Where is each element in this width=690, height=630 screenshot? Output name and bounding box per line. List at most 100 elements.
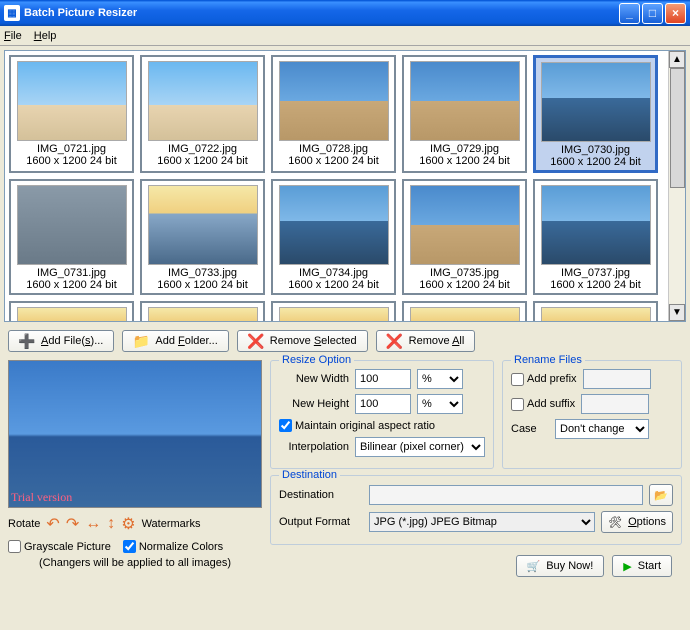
scroll-down-button[interactable]: ▼ <box>669 304 685 321</box>
thumb-image <box>17 307 127 321</box>
thumb-filename: IMG_0733.jpg <box>144 267 261 279</box>
thumb-image <box>148 61 258 141</box>
thumbnail-item[interactable] <box>9 301 134 321</box>
preview-panel: Trial version Rotate ↶ ↷ ↔ ↕ ⚙ Watermark… <box>8 360 262 581</box>
thumb-filename: IMG_0734.jpg <box>275 267 392 279</box>
width-input[interactable] <box>355 369 411 389</box>
window-title: Batch Picture Resizer <box>24 7 619 19</box>
thumb-meta: 1600 x 1200 24 bit <box>13 279 130 291</box>
gear-icon: 🛠 <box>608 516 622 529</box>
thumbnail-item[interactable]: IMG_0734.jpg1600 x 1200 24 bit <box>271 179 396 295</box>
thumb-meta: 1600 x 1200 24 bit <box>13 155 130 167</box>
case-select[interactable]: Don't change <box>555 419 649 439</box>
thumbnail-item[interactable]: IMG_0721.jpg1600 x 1200 24 bit <box>9 55 134 173</box>
height-unit-select[interactable]: % <box>417 394 463 414</box>
watermark-icon[interactable]: ⚙ <box>121 514 135 534</box>
maintain-ratio-checkbox[interactable]: Maintain original aspect ratio <box>279 419 435 432</box>
thumbnail-item[interactable] <box>140 301 265 321</box>
thumbnail-item[interactable] <box>402 301 527 321</box>
resize-group: Resize Option New Width % New Height % M… <box>270 360 494 469</box>
remove-all-button[interactable]: ❌Remove All <box>376 330 476 352</box>
thumbnail-item[interactable]: IMG_0731.jpg1600 x 1200 24 bit <box>9 179 134 295</box>
thumbnail-grid: IMG_0721.jpg1600 x 1200 24 bitIMG_0722.j… <box>5 51 668 321</box>
options-button[interactable]: 🛠Options <box>601 511 673 533</box>
width-unit-select[interactable]: % <box>417 369 463 389</box>
thumb-image <box>410 185 520 265</box>
normalize-checkbox[interactable]: Normalize Colors <box>123 540 223 553</box>
thumb-image <box>279 307 389 321</box>
thumb-filename: IMG_0731.jpg <box>13 267 130 279</box>
thumb-filename: IMG_0730.jpg <box>538 144 653 156</box>
remove-icon: ❌ <box>248 333 264 349</box>
thumb-meta: 1600 x 1200 24 bit <box>144 279 261 291</box>
suffix-input[interactable] <box>581 394 649 414</box>
thumb-meta: 1600 x 1200 24 bit <box>275 279 392 291</box>
thumb-meta: 1600 x 1200 24 bit <box>275 155 392 167</box>
close-button[interactable]: × <box>665 3 686 24</box>
titlebar: ▦ Batch Picture Resizer _ □ × <box>0 0 690 26</box>
thumb-image <box>541 62 651 142</box>
new-height-label: New Height <box>279 398 349 410</box>
app-icon: ▦ <box>4 5 20 21</box>
height-input[interactable] <box>355 394 411 414</box>
destination-label: Destination <box>279 489 363 501</box>
flip-h-icon[interactable]: ↔ <box>85 515 101 533</box>
thumbnail-item[interactable]: IMG_0733.jpg1600 x 1200 24 bit <box>140 179 265 295</box>
add-icon: ➕ <box>19 333 35 349</box>
watermarks-label: Watermarks <box>142 518 201 530</box>
thumb-image <box>17 61 127 141</box>
trial-watermark: Trial version <box>11 490 72 505</box>
add-files-button[interactable]: ➕Add File(s)... <box>8 330 114 352</box>
menu-file[interactable]: File <box>4 30 22 42</box>
folder-icon: 📁 <box>133 333 149 349</box>
new-width-label: New Width <box>279 373 349 385</box>
prefix-checkbox[interactable]: Add prefix <box>511 373 577 386</box>
interp-select[interactable]: Bilinear (pixel corner) <box>355 437 485 457</box>
suffix-checkbox[interactable]: Add suffix <box>511 398 575 411</box>
thumb-image <box>279 61 389 141</box>
rotate-left-icon[interactable]: ↶ <box>46 514 59 534</box>
remove-all-icon: ❌ <box>387 333 403 349</box>
apply-note: (Changers will be applied to all images) <box>8 557 262 569</box>
grayscale-checkbox[interactable]: Grayscale Picture <box>8 540 111 553</box>
resize-legend: Resize Option <box>279 354 354 366</box>
browse-button[interactable]: 📂 <box>649 484 673 506</box>
case-label: Case <box>511 423 549 435</box>
thumb-filename: IMG_0721.jpg <box>13 143 130 155</box>
destination-group: Destination Destination 📂 Output Format … <box>270 475 682 545</box>
maximize-button[interactable]: □ <box>642 3 663 24</box>
prefix-input[interactable] <box>583 369 651 389</box>
buy-now-button[interactable]: 🛒Buy Now! <box>516 555 605 577</box>
scrollbar[interactable]: ▲ ▼ <box>668 51 685 321</box>
thumb-image <box>410 307 520 321</box>
thumb-meta: 1600 x 1200 24 bit <box>537 279 654 291</box>
destination-input[interactable] <box>369 485 643 505</box>
thumb-meta: 1600 x 1200 24 bit <box>538 156 653 168</box>
menubar: File Help <box>0 26 690 46</box>
thumbnail-item[interactable] <box>271 301 396 321</box>
rotate-label: Rotate <box>8 518 40 530</box>
start-button[interactable]: ▶Start <box>612 555 672 577</box>
output-format-select[interactable]: JPG (*.jpg) JPEG Bitmap <box>369 512 595 532</box>
flip-v-icon[interactable]: ↕ <box>107 515 115 533</box>
rename-group: Rename Files Add prefix Add suffix Case … <box>502 360 682 469</box>
scroll-up-button[interactable]: ▲ <box>669 51 685 68</box>
minimize-button[interactable]: _ <box>619 3 640 24</box>
thumb-filename: IMG_0722.jpg <box>144 143 261 155</box>
add-folder-button[interactable]: 📁Add Folder... <box>122 330 228 352</box>
thumbnail-item[interactable]: IMG_0729.jpg1600 x 1200 24 bit <box>402 55 527 173</box>
thumb-filename: IMG_0728.jpg <box>275 143 392 155</box>
thumbnail-item[interactable]: IMG_0735.jpg1600 x 1200 24 bit <box>402 179 527 295</box>
thumbnail-item[interactable]: IMG_0722.jpg1600 x 1200 24 bit <box>140 55 265 173</box>
thumbnail-item[interactable]: IMG_0737.jpg1600 x 1200 24 bit <box>533 179 658 295</box>
output-format-label: Output Format <box>279 516 363 528</box>
thumbnail-item[interactable]: IMG_0728.jpg1600 x 1200 24 bit <box>271 55 396 173</box>
thumbnail-item[interactable]: IMG_0730.jpg1600 x 1200 24 bit <box>533 55 658 173</box>
thumb-image <box>410 61 520 141</box>
thumbnail-item[interactable] <box>533 301 658 321</box>
scroll-thumb[interactable] <box>670 68 685 188</box>
remove-selected-button[interactable]: ❌Remove Selected <box>237 330 368 352</box>
rotate-right-icon[interactable]: ↷ <box>66 514 79 534</box>
menu-help[interactable]: Help <box>34 30 57 42</box>
thumb-meta: 1600 x 1200 24 bit <box>406 279 523 291</box>
